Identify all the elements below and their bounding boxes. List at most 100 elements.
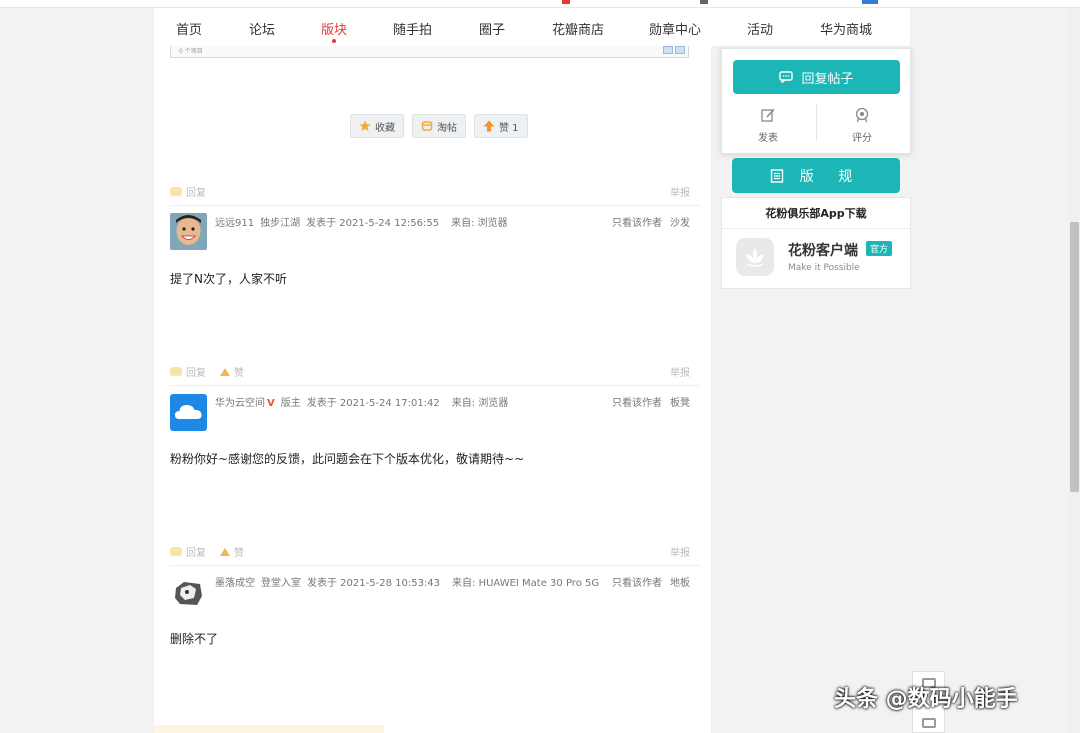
post-header: 远远911 独步江湖 发表于 2021-5-24 12:56:55 来自: 浏览器 只… bbox=[215, 214, 690, 229]
new-post-label: 发表 bbox=[758, 133, 778, 144]
reply-bubble-icon bbox=[170, 367, 182, 376]
sketch-avatar-image bbox=[170, 574, 207, 611]
app-section-title: 花粉俱乐部App下载 bbox=[722, 198, 910, 229]
app-name[interactable]: 花粉客户端 bbox=[788, 240, 858, 260]
reply-link[interactable]: 回复 bbox=[170, 544, 206, 559]
post-header: 华为云空间 V 版主 发表于 2021-5-24 17:01:42 来自: 浏览器 只看… bbox=[215, 394, 690, 409]
post-author[interactable]: 墨落成空 bbox=[215, 578, 255, 589]
post-rank: 独步江湖 bbox=[260, 218, 301, 229]
rating-medal-icon bbox=[855, 107, 869, 123]
divider bbox=[816, 105, 817, 141]
nav-item-vmall[interactable]: 华为商城 bbox=[820, 19, 872, 38]
reply-label: 回复 bbox=[186, 368, 206, 379]
top-marker-icon bbox=[862, 0, 878, 4]
like-arrow-icon bbox=[220, 547, 230, 556]
post-author[interactable]: 华为云空间 bbox=[215, 398, 265, 409]
rate-button[interactable]: 评分 bbox=[832, 107, 892, 144]
nav-item-home[interactable]: 首页 bbox=[176, 19, 202, 38]
like-label: 赞 1 bbox=[499, 122, 519, 134]
reply-link[interactable]: 回复 bbox=[170, 364, 206, 379]
post-tools-row: 回复 赞 举报 bbox=[170, 544, 690, 559]
avatar[interactable] bbox=[170, 394, 207, 431]
verified-badge: V bbox=[267, 398, 275, 409]
cloud-icon bbox=[170, 394, 207, 431]
embedded-item-count: 0 个项目 bbox=[179, 48, 203, 55]
nav-item-boards[interactable]: 版块 bbox=[321, 19, 348, 43]
avatar[interactable] bbox=[170, 574, 207, 611]
top-nav: 首页 论坛 版块 随手拍 圈子 花瓣商店 勋章中心 活动 华为商城 bbox=[154, 8, 910, 46]
nav-item-medals[interactable]: 勋章中心 bbox=[649, 19, 701, 38]
lotus-icon bbox=[746, 248, 764, 267]
reply-post-button[interactable]: 回复帖子 bbox=[733, 60, 900, 94]
post-rank: 版主 bbox=[280, 398, 301, 409]
like-button[interactable]: 赞 1 bbox=[474, 114, 528, 138]
browser-top-strip bbox=[0, 0, 1080, 8]
post-author[interactable]: 远远911 bbox=[215, 218, 254, 229]
like-label: 赞 bbox=[234, 368, 244, 379]
floor-label[interactable]: 板凳 bbox=[670, 398, 690, 409]
up-arrow-icon bbox=[483, 120, 495, 132]
post-source: 来自: 浏览器 bbox=[451, 398, 509, 409]
board-rules-label: 版 规 bbox=[799, 168, 863, 185]
reply-post-label: 回复帖子 bbox=[801, 71, 854, 87]
bucket-icon bbox=[421, 121, 433, 131]
reply-label: 回复 bbox=[186, 188, 206, 199]
active-dot bbox=[332, 39, 336, 43]
favorite-label: 收藏 bbox=[375, 122, 395, 134]
post-source: 来自: HUAWEI Mate 30 Pro 5G bbox=[452, 578, 600, 589]
reply-banner bbox=[154, 725, 384, 733]
floor-label[interactable]: 沙发 bbox=[670, 218, 690, 229]
embedded-view-icon bbox=[675, 46, 685, 54]
post-tools-row: 回复 赞 举报 bbox=[170, 364, 690, 379]
nav-item-petal-store[interactable]: 花瓣商店 bbox=[552, 19, 604, 38]
favorite-button[interactable]: 收藏 bbox=[350, 114, 404, 138]
floor-label[interactable]: 地板 bbox=[670, 578, 690, 589]
report-link[interactable]: 举报 bbox=[670, 364, 690, 379]
post-body: 提了N次了，人家不听 bbox=[170, 272, 287, 286]
reply-label: 回复 bbox=[186, 548, 206, 559]
nav-item-boards-label: 版块 bbox=[321, 23, 348, 38]
new-post-button[interactable]: 发表 bbox=[738, 107, 798, 144]
reply-bubble-icon bbox=[170, 187, 182, 196]
author-only-link[interactable]: 只看该作者 bbox=[612, 398, 662, 409]
list-icon[interactable] bbox=[921, 718, 936, 728]
embedded-view-icon bbox=[663, 46, 673, 54]
taotie-label: 淘帖 bbox=[437, 122, 457, 134]
post-rank: 登堂入室 bbox=[261, 578, 301, 589]
nav-item-snapshots[interactable]: 随手拍 bbox=[393, 19, 432, 38]
rate-label: 评分 bbox=[852, 133, 872, 144]
report-link[interactable]: 举报 bbox=[670, 544, 690, 559]
taotie-button[interactable]: 淘帖 bbox=[412, 114, 466, 138]
app-logo[interactable] bbox=[736, 238, 774, 276]
like-label: 赞 bbox=[234, 548, 244, 559]
post-source: 来自: 浏览器 bbox=[451, 218, 508, 229]
post-time: 发表于 2021-5-24 17:01:42 bbox=[306, 398, 440, 409]
nav-item-circles[interactable]: 圈子 bbox=[479, 19, 505, 38]
document-icon bbox=[770, 168, 783, 183]
edit-icon bbox=[761, 108, 775, 122]
post-actions: 收藏 淘帖 赞 1 bbox=[350, 114, 528, 138]
official-badge: 官方 bbox=[866, 241, 893, 256]
report-link[interactable]: 举报 bbox=[670, 184, 690, 199]
board-rules-button[interactable]: 版 规 bbox=[732, 158, 900, 193]
nav-item-forum[interactable]: 论坛 bbox=[249, 19, 275, 38]
divider bbox=[170, 205, 700, 206]
like-link[interactable]: 赞 bbox=[220, 544, 244, 559]
like-link[interactable]: 赞 bbox=[220, 364, 244, 379]
watermark: 头条 @数码小能手 bbox=[834, 687, 1018, 712]
top-marker-icon bbox=[562, 0, 570, 4]
post-time: 发表于 2021-5-28 10:53:43 bbox=[307, 578, 441, 589]
post-tools-row: 回复 举报 bbox=[170, 184, 690, 199]
avatar[interactable] bbox=[170, 213, 207, 250]
avatar-face-image bbox=[170, 213, 207, 250]
author-only-link[interactable]: 只看该作者 bbox=[612, 218, 662, 229]
post-body: 删除不了 bbox=[170, 632, 219, 646]
reply-bubble-icon bbox=[170, 547, 182, 556]
post-time: 发表于 2021-5-24 12:56:55 bbox=[306, 218, 440, 229]
scrollbar-thumb[interactable] bbox=[1070, 222, 1079, 492]
author-only-link[interactable]: 只看该作者 bbox=[612, 578, 662, 589]
reply-link[interactable]: 回复 bbox=[170, 184, 206, 199]
divider bbox=[170, 565, 700, 566]
nav-item-events[interactable]: 活动 bbox=[747, 19, 773, 38]
divider bbox=[170, 385, 700, 386]
